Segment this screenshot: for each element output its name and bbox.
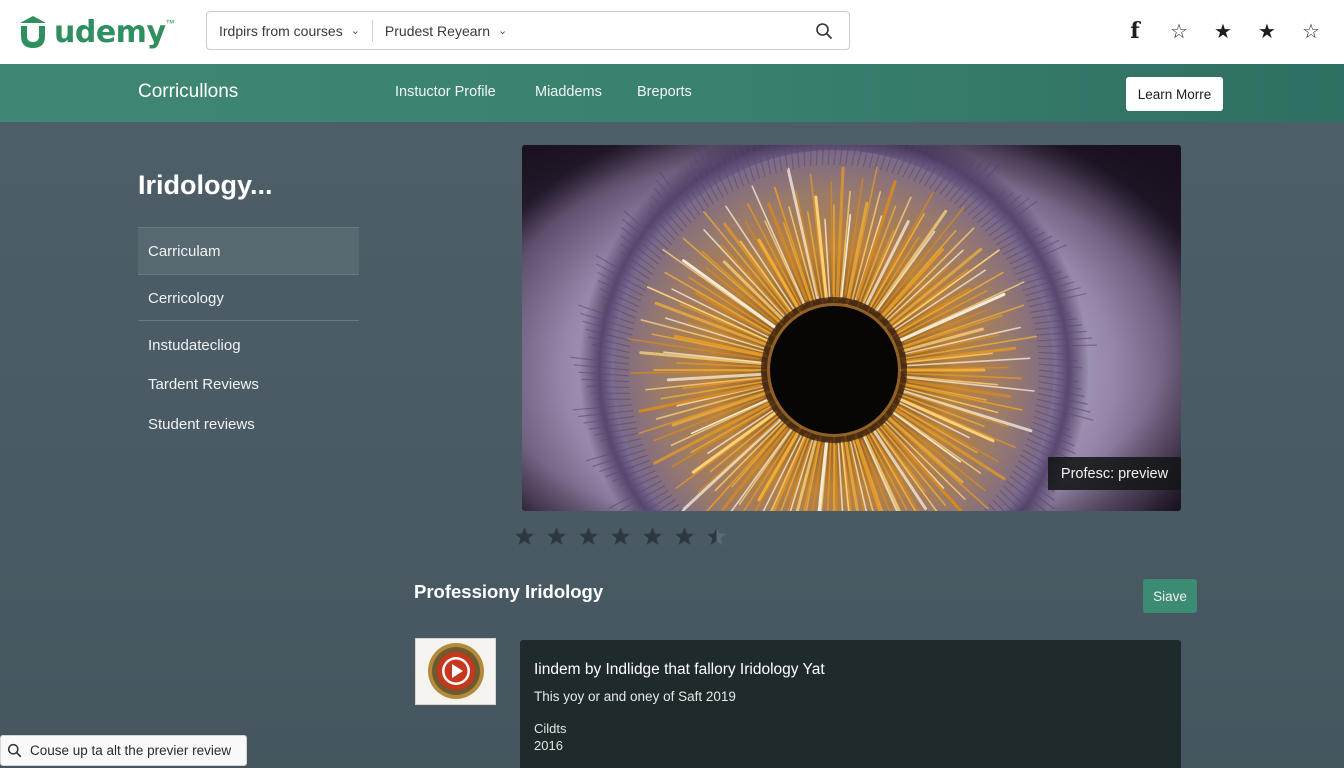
category-dropdown-label: Irdpirs from courses [219,22,343,39]
bottom-search-text: Couse up ta alt the previer review [30,743,232,758]
course-preview-image[interactable]: Profesc: preview [522,145,1181,511]
info-card-label: Cildts [534,721,567,736]
udemy-logo[interactable]: udemy ™ [18,12,175,52]
search-icon [1,736,27,765]
rating-star-icon[interactable] [706,526,727,547]
course-nav-bar: Corricullons Instuctor Profile Miaddems … [0,64,1344,122]
sidebar-item-student-reviews[interactable]: Student reviews [138,416,359,439]
info-card-subtitle: This yoy or and oney of Saft 2019 [534,689,736,704]
chevron-down-icon: ⌄ [497,25,508,37]
star-outline-icon[interactable]: ☆ [1298,16,1324,46]
search-input[interactable] [519,12,799,49]
info-card-title: Iindem by Indlidge that fallory Iridolog… [534,661,825,678]
category-dropdown[interactable]: Irdpirs from courses ⌄ [207,12,372,49]
search-button[interactable] [799,12,849,49]
facebook-icon[interactable]: f [1122,16,1148,46]
course-thumbnail[interactable] [415,638,496,705]
rating-star-icon[interactable] [610,526,631,547]
brand-trademark: ™ [165,18,175,28]
nav-brand[interactable]: Corricullons [138,81,238,103]
bottom-search-chip[interactable]: Couse up ta alt the previer review [0,735,247,766]
rating-star-icon[interactable] [642,526,663,547]
chevron-down-icon: ⌄ [350,25,360,37]
top-bar: udemy ™ Irdpirs from courses ⌄ Prudest R… [0,0,1344,64]
nav-link-instructor-profile[interactable]: Instuctor Profile [395,84,496,100]
udemy-logo-icon [18,15,48,49]
sidebar-item-cerricology[interactable]: Cerricology [138,274,359,321]
course-title: Professiony Iridology [414,581,604,602]
sidebar-menu: Carriculam Cerricology Instudatecliog Ta… [138,227,359,439]
rating-star-icon[interactable] [578,526,599,547]
star-filled-icon[interactable]: ★ [1254,16,1280,46]
learn-more-button[interactable]: Learn Morre [1126,77,1223,111]
rating-star-icon[interactable] [514,526,535,547]
page-title: Iridology... [138,170,273,200]
play-video-icon [428,643,484,699]
sidebar-item-tardent-reviews[interactable]: Tardent Reviews [138,376,359,399]
course-info-card: Iindem by Indlidge that fallory Iridolog… [520,640,1181,768]
sidebar-item-carriculam[interactable]: Carriculam [138,227,359,274]
brand-name: udemy [54,14,166,50]
search-bar: Irdpirs from courses ⌄ Prudest Reyearn ⌄ [206,11,850,50]
filter-dropdown[interactable]: Prudest Reyearn ⌄ [373,12,519,49]
star-filled-icon[interactable]: ★ [1210,16,1236,46]
nav-link-miaddems[interactable]: Miaddems [535,84,602,100]
star-outline-icon[interactable]: ☆ [1166,16,1192,46]
info-card-year: 2016 [534,738,563,753]
rating-stars [514,526,727,547]
search-icon [816,22,833,39]
rating-star-icon[interactable] [546,526,567,547]
nav-link-breports[interactable]: Breports [637,84,692,100]
preview-badge[interactable]: Profesc: preview [1048,457,1181,490]
filter-dropdown-label: Prudest Reyearn [384,22,490,39]
top-icon-group: f ☆ ★ ★ ☆ [1122,16,1324,46]
sidebar-item-instudatecliog[interactable]: Instudatecliog [138,337,359,360]
rating-star-icon[interactable] [674,526,695,547]
save-button[interactable]: Siave [1143,579,1197,613]
